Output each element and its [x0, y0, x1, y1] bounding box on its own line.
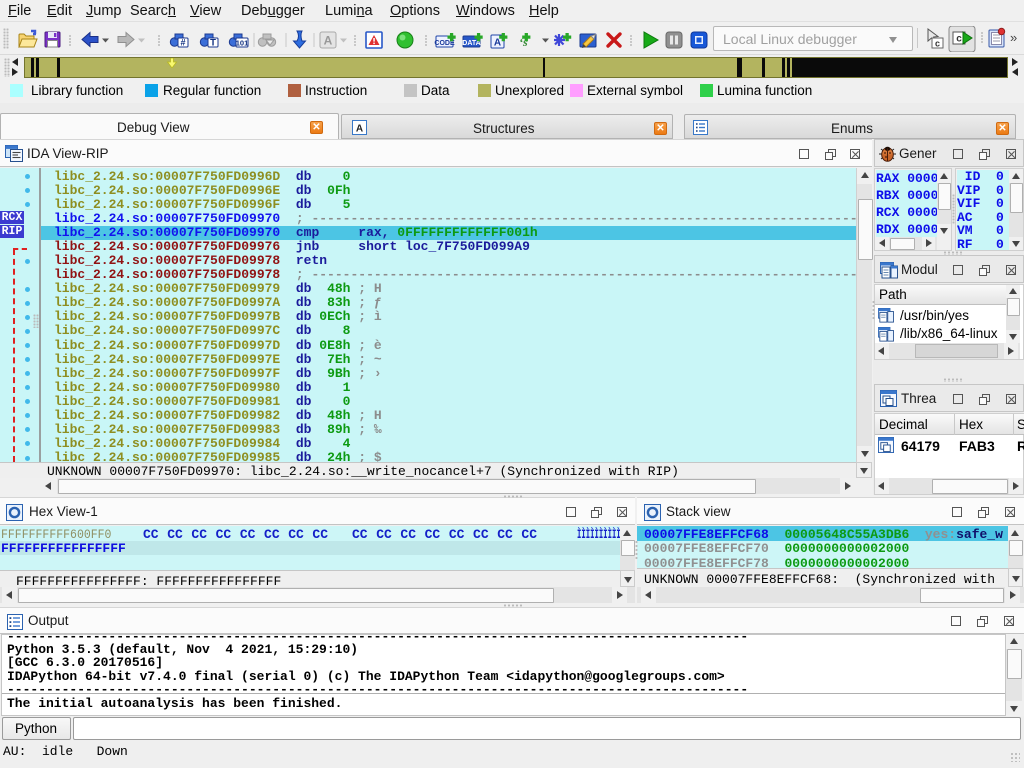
- svg-text:#: #: [180, 38, 185, 48]
- svg-text:A: A: [324, 34, 333, 48]
- svg-text:101: 101: [236, 38, 249, 47]
- svg-text:»: »: [1010, 30, 1017, 45]
- svg-text:T: T: [210, 38, 216, 49]
- svg-text:A: A: [494, 37, 501, 48]
- svg-text:A: A: [356, 124, 363, 135]
- svg-text:c: c: [935, 39, 940, 49]
- svg-text:c: c: [956, 34, 962, 45]
